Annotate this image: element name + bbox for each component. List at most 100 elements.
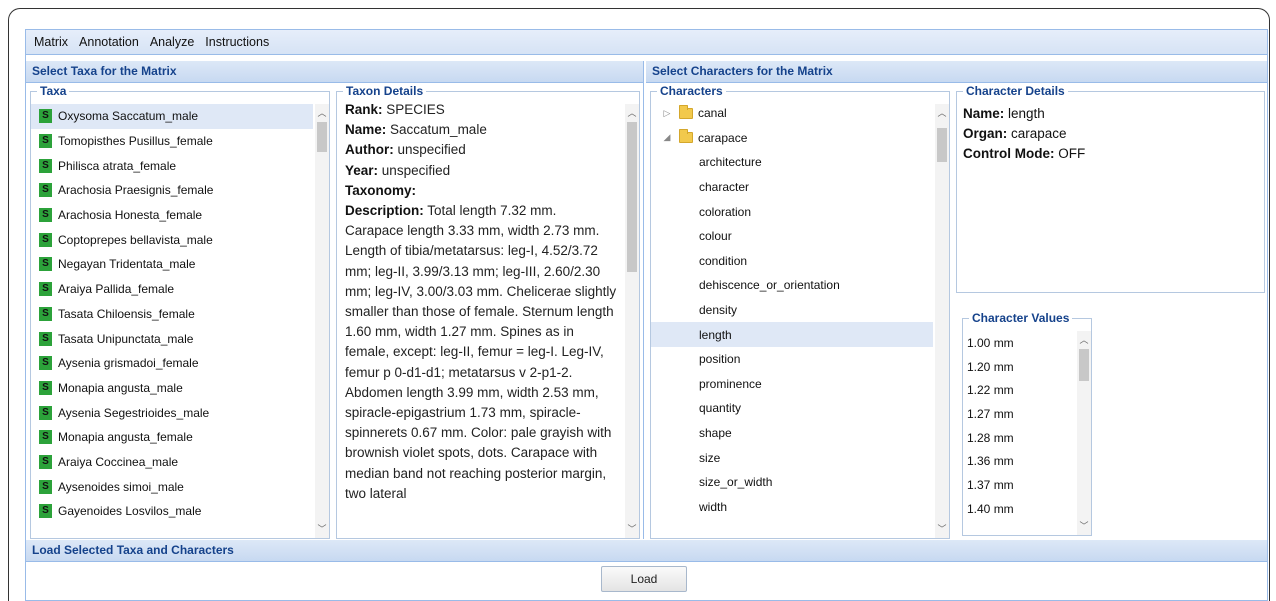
- taxon-row[interactable]: S Oxysoma Saccatum_male: [31, 104, 313, 129]
- taxon-row[interactable]: S Araiya Pallida_female: [31, 277, 313, 302]
- taxon-row[interactable]: S Tasata Chiloensis_female: [31, 302, 313, 327]
- species-badge-icon: S: [39, 257, 52, 272]
- tree-leaf[interactable]: width: [651, 495, 933, 520]
- load-bar: Load: [26, 563, 1267, 600]
- author-label: Author:: [345, 142, 394, 158]
- tree-leaf[interactable]: colour: [651, 224, 933, 249]
- tree-leaf[interactable]: quantity: [651, 396, 933, 421]
- character-label: condition: [699, 253, 748, 268]
- tree-leaf[interactable]: coloration: [651, 199, 933, 224]
- taxon-name: Arachosia Praesignis_female: [58, 183, 214, 198]
- tree-leaf[interactable]: size_or_width: [651, 470, 933, 495]
- character-label: prominence: [699, 376, 762, 391]
- tree-leaf[interactable]: character: [651, 175, 933, 200]
- load-button[interactable]: Load: [601, 566, 687, 592]
- scroll-thumb[interactable]: [937, 128, 947, 162]
- species-badge-icon: S: [39, 208, 52, 223]
- taxon-row[interactable]: S Araiya Coccinea_male: [31, 450, 313, 475]
- character-value-item[interactable]: 1.28 mm: [963, 426, 1075, 450]
- taxon-details-fieldset: Taxon Details Rank: SPECIES Name: Saccat…: [336, 84, 640, 539]
- char-organ-value: carapace: [1011, 126, 1067, 141]
- menu-instructions[interactable]: Instructions: [205, 35, 269, 49]
- tree-leaf[interactable]: shape: [651, 421, 933, 446]
- tree-leaf[interactable]: prominence: [651, 372, 933, 397]
- taxon-row[interactable]: S Tomopisthes Pusillus_female: [31, 129, 313, 154]
- select-taxa-panel: Select Taxa for the Matrix Taxa S Oxysoma…: [26, 61, 644, 539]
- scroll-down-icon[interactable]: ﹀: [625, 522, 639, 536]
- character-value-item[interactable]: 1.37 mm: [963, 473, 1075, 497]
- tree-leaf[interactable]: position: [651, 347, 933, 372]
- taxa-scrollbar[interactable]: ︿ ﹀: [315, 104, 329, 538]
- scroll-thumb[interactable]: [1079, 349, 1089, 381]
- scroll-up-icon[interactable]: ︿: [935, 106, 949, 120]
- taxon-row[interactable]: S Coptoprepes bellavista_male: [31, 227, 313, 252]
- taxon-row[interactable]: S Aysenia Segestrioides_male: [31, 400, 313, 425]
- details-scrollbar[interactable]: ︿ ﹀: [625, 104, 639, 538]
- tree-leaf[interactable]: condition: [651, 249, 933, 274]
- character-label: dehiscence_or_orientation: [699, 278, 840, 293]
- character-value-item[interactable]: 1.40 mm: [963, 497, 1075, 521]
- collapsed-arrow-icon[interactable]: ▷: [661, 108, 673, 119]
- species-badge-icon: S: [39, 232, 52, 247]
- taxa-legend: Taxa: [37, 84, 70, 98]
- taxon-row[interactable]: S Philisca atrata_female: [31, 153, 313, 178]
- taxon-row[interactable]: S Negayan Tridentata_male: [31, 252, 313, 277]
- taxon-row[interactable]: S Monapia angusta_female: [31, 425, 313, 450]
- menu-analyze[interactable]: Analyze: [150, 35, 194, 49]
- species-badge-icon: S: [39, 454, 52, 469]
- scroll-up-icon[interactable]: ︿: [1077, 333, 1091, 347]
- character-value-item[interactable]: 1.27 mm: [963, 402, 1075, 426]
- scroll-thumb[interactable]: [317, 122, 327, 152]
- tree-leaf[interactable]: length: [651, 322, 933, 347]
- tree-leaf[interactable]: dehiscence_or_orientation: [651, 273, 933, 298]
- char-organ-label: Organ:: [963, 126, 1008, 141]
- scroll-down-icon[interactable]: ﹀: [935, 522, 949, 536]
- name-value: Saccatum_male: [390, 122, 487, 138]
- rank-label: Rank:: [345, 102, 383, 117]
- tree-leaf[interactable]: architecture: [651, 150, 933, 175]
- menu-matrix[interactable]: Matrix: [34, 35, 68, 49]
- scroll-down-icon[interactable]: ﹀: [1077, 519, 1091, 533]
- taxon-name: Aysenoides simoi_male: [58, 479, 184, 494]
- taxon-row[interactable]: S Arachosia Honesta_female: [31, 203, 313, 228]
- character-label: size: [699, 450, 721, 465]
- tree-leaf[interactable]: size: [651, 445, 933, 470]
- character-label: size_or_width: [699, 475, 773, 490]
- taxon-row[interactable]: S Monapia angusta_male: [31, 376, 313, 401]
- characters-scrollbar[interactable]: ︿ ﹀: [935, 104, 949, 538]
- taxon-name: Tomopisthes Pusillus_female: [58, 134, 213, 149]
- scroll-down-icon[interactable]: ﹀: [315, 522, 329, 536]
- taxon-name: Tasata Chiloensis_female: [58, 306, 195, 321]
- menu-annotation[interactable]: Annotation: [79, 35, 139, 49]
- taxon-name: Monapia angusta_male: [58, 380, 183, 395]
- tree-leaf[interactable]: density: [651, 298, 933, 323]
- taxon-name: Philisca atrata_female: [58, 158, 177, 173]
- taxon-row[interactable]: S Arachosia Praesignis_female: [31, 178, 313, 203]
- taxon-row[interactable]: S Aysenia grismadoi_female: [31, 351, 313, 376]
- character-value-item[interactable]: 1.22 mm: [963, 378, 1075, 402]
- taxon-row[interactable]: S Gayenoides Losvilos_male: [31, 499, 313, 524]
- menu-bar: Matrix Annotation Analyze Instructions: [26, 30, 1267, 55]
- app-window: Matrix Annotation Analyze Instructions S…: [25, 29, 1268, 601]
- scroll-thumb[interactable]: [627, 122, 637, 272]
- tree-node-canal[interactable]: ▷ canal: [651, 101, 933, 126]
- description-value: Total length 7.32 mm. Carapace length 3.…: [345, 203, 617, 501]
- values-scrollbar[interactable]: ︿ ﹀: [1077, 331, 1091, 535]
- character-details-legend: Character Details: [963, 84, 1068, 98]
- select-taxa-header: Select Taxa for the Matrix: [26, 61, 643, 83]
- character-value-item[interactable]: 1.20 mm: [963, 355, 1075, 379]
- taxon-row[interactable]: S Tasata Unipunctata_male: [31, 326, 313, 351]
- scroll-up-icon[interactable]: ︿: [315, 106, 329, 120]
- species-badge-icon: S: [39, 356, 52, 371]
- character-details-fieldset: Character Details Name: length Organ: ca…: [956, 84, 1265, 293]
- character-value-item[interactable]: 1.36 mm: [963, 449, 1075, 473]
- author-value: unspecified: [397, 142, 466, 158]
- taxon-row[interactable]: S Aysenoides simoi_male: [31, 474, 313, 499]
- tree-node-carapace[interactable]: ◢ carapace: [651, 126, 933, 151]
- scroll-up-icon[interactable]: ︿: [625, 106, 639, 120]
- character-label: width: [699, 499, 728, 514]
- expanded-arrow-icon[interactable]: ◢: [661, 132, 673, 143]
- character-label: carapace: [698, 130, 748, 145]
- character-value-item[interactable]: 1.00 mm: [963, 331, 1075, 355]
- characters-fieldset: Characters ▷ canal ◢ carapace architecture ch…: [650, 84, 950, 539]
